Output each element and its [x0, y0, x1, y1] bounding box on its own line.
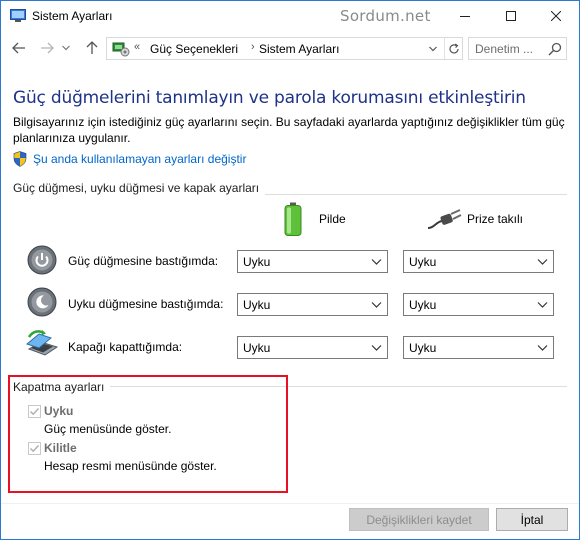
cancel-button[interactable]: İptal [496, 508, 568, 531]
lid-close-battery-select[interactable]: Uyku [237, 336, 388, 359]
power-button-battery-value: Uyku [243, 255, 271, 269]
lid-close-label: Kapağı kapattığımda: [68, 340, 183, 354]
lid-close-plugged-select[interactable]: Uyku [403, 336, 554, 359]
sleep-button-icon [27, 287, 57, 317]
close-icon [551, 11, 561, 21]
maximize-button[interactable] [488, 1, 534, 31]
refresh-icon [449, 43, 459, 53]
arrow-up-icon [86, 41, 98, 54]
chevron-down-icon [429, 46, 437, 51]
refresh-button[interactable] [444, 38, 463, 59]
minimize-button[interactable] [442, 1, 488, 31]
uac-shield-icon [13, 151, 27, 167]
address-bar[interactable]: « Güç Seçenekleri › Sistem Ayarları [106, 37, 463, 60]
battery-column-header: Pilde [319, 212, 346, 226]
maximize-icon [506, 11, 516, 21]
change-settings-link-text[interactable]: Şu anda kullanılamayan ayarları değiştir [33, 152, 246, 166]
control-panel-icon [10, 9, 26, 22]
power-button-battery-select[interactable]: Uyku [237, 250, 388, 273]
close-button[interactable] [533, 1, 579, 31]
chevron-down-icon [537, 345, 548, 351]
footer-divider [1, 503, 579, 504]
sleep-button-label: Uyku düğmesine bastığımda: [68, 297, 224, 311]
battery-icon [284, 202, 302, 236]
power-plug-icon [428, 209, 462, 229]
search-box[interactable]: Denetim ... [468, 37, 567, 60]
power-button-label: Güç düğmesine bastığımda: [68, 254, 219, 268]
breadcrumb-power-options[interactable]: Güç Seçenekleri [150, 42, 238, 56]
chevron-down-icon [62, 45, 70, 51]
sleep-button-battery-value: Uyku [243, 298, 271, 312]
up-button[interactable] [81, 37, 103, 59]
back-button[interactable] [8, 37, 30, 59]
chevron-down-icon [371, 302, 382, 308]
title-bar[interactable]: Sistem Ayarları Sordum.net [1, 1, 579, 31]
page-title: Güç düğmelerini tanımlayın ve parola kor… [13, 88, 526, 108]
arrow-right-icon [41, 42, 54, 54]
chevron-down-icon [537, 302, 548, 308]
chevron-down-icon [371, 259, 382, 265]
power-button-plugged-value: Uyku [409, 255, 437, 269]
recent-locations-button[interactable] [59, 37, 73, 59]
sleep-button-plugged-value: Uyku [409, 298, 437, 312]
chevron-down-icon [537, 259, 548, 265]
power-group-title: Güç düğmesi, uyku düğmesi ve kapak ayarl… [13, 181, 266, 195]
lid-close-battery-value: Uyku [243, 341, 271, 355]
search-icon[interactable] [547, 41, 563, 57]
power-button-plugged-select[interactable]: Uyku [403, 250, 554, 273]
sleep-button-battery-select[interactable]: Uyku [237, 293, 388, 316]
breadcrumb-separator[interactable]: › [251, 41, 255, 53]
forward-button[interactable] [36, 37, 58, 59]
settings-window: Sistem Ayarları Sordum.net « Güç Seçenek… [0, 0, 580, 540]
laptop-lid-icon [25, 330, 59, 356]
sleep-button-plugged-select[interactable]: Uyku [403, 293, 554, 316]
breadcrumb-overflow[interactable]: « [134, 41, 140, 53]
power-button-icon [27, 245, 57, 275]
page-description: Bilgisayarınız için istediğiniz güç ayar… [13, 115, 565, 145]
arrow-left-icon [12, 42, 25, 54]
plugged-column-header: Prize takılı [467, 212, 524, 226]
search-input[interactable]: Denetim ... [475, 42, 533, 56]
window-title: Sistem Ayarları [32, 9, 113, 23]
address-dropdown-button[interactable] [424, 38, 442, 59]
chevron-down-icon [371, 345, 382, 351]
breadcrumb-system-settings[interactable]: Sistem Ayarları [259, 42, 339, 56]
save-changes-button[interactable]: Değişiklikleri kaydet [349, 508, 489, 531]
minimize-icon [460, 16, 470, 17]
watermark-text: Sordum.net [340, 7, 431, 25]
control-panel-icon [112, 42, 130, 57]
lid-close-plugged-value: Uyku [409, 341, 437, 355]
highlight-box [8, 375, 288, 493]
navigation-bar: « Güç Seçenekleri › Sistem Ayarları Dene… [1, 31, 579, 65]
